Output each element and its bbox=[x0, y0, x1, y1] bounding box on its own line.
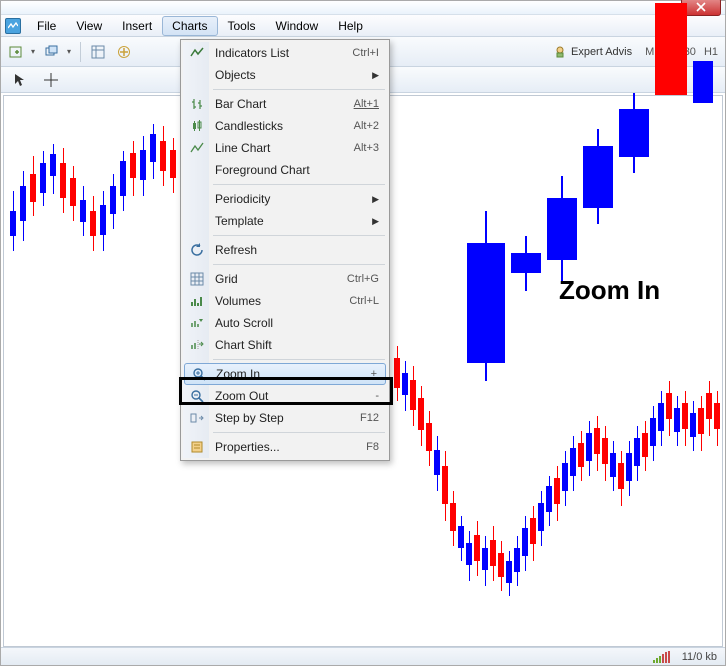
profiles-button[interactable] bbox=[41, 41, 75, 63]
indicators-icon bbox=[188, 44, 206, 62]
menu-zoom-out[interactable]: Zoom Out- bbox=[183, 385, 387, 407]
market-watch-button[interactable] bbox=[86, 41, 110, 63]
menu-candlesticks[interactable]: CandlesticksAlt+2 bbox=[183, 115, 387, 137]
charts-dropdown: Indicators ListCtrl+I Objects▶ Bar Chart… bbox=[180, 39, 390, 461]
menu-line-chart[interactable]: Line ChartAlt+3 bbox=[183, 137, 387, 159]
menu-grid[interactable]: GridCtrl+G bbox=[183, 268, 387, 290]
chart-shift-icon bbox=[188, 336, 206, 354]
menu-help[interactable]: Help bbox=[328, 16, 373, 36]
menu-separator bbox=[213, 184, 385, 185]
menu-refresh[interactable]: Refresh bbox=[183, 239, 387, 261]
crosshair-tool[interactable] bbox=[39, 69, 63, 91]
menu-chart-shift[interactable]: Chart Shift bbox=[183, 334, 387, 356]
menu-separator bbox=[213, 359, 385, 360]
menu-separator bbox=[213, 432, 385, 433]
zoom-in-icon bbox=[190, 365, 208, 383]
statusbar: 11/0 kb bbox=[1, 647, 725, 665]
volumes-icon bbox=[188, 292, 206, 310]
menu-zoom-in[interactable]: Zoom In+ bbox=[184, 363, 386, 385]
menu-auto-scroll[interactable]: Auto Scroll bbox=[183, 312, 387, 334]
menu-objects[interactable]: Objects▶ bbox=[183, 64, 387, 86]
menu-template[interactable]: Template▶ bbox=[183, 210, 387, 232]
menu-volumes[interactable]: VolumesCtrl+L bbox=[183, 290, 387, 312]
status-kb: 11/0 kb bbox=[682, 651, 717, 663]
menu-insert[interactable]: Insert bbox=[112, 16, 162, 36]
menu-separator bbox=[213, 235, 385, 236]
titlebar bbox=[1, 1, 725, 15]
navigator-button[interactable] bbox=[112, 41, 136, 63]
cursor-tool[interactable] bbox=[7, 69, 31, 91]
candlesticks-icon bbox=[188, 117, 206, 135]
menu-file[interactable]: File bbox=[27, 16, 66, 36]
menu-window[interactable]: Window bbox=[266, 16, 329, 36]
auto-scroll-icon bbox=[188, 314, 206, 332]
properties-icon bbox=[188, 438, 206, 456]
expert-advisors-button[interactable]: Expert Advis bbox=[549, 41, 640, 63]
connection-signal-icon bbox=[653, 651, 670, 663]
line-chart-icon bbox=[188, 139, 206, 157]
menu-charts[interactable]: Charts bbox=[162, 16, 217, 36]
bar-chart-icon bbox=[188, 95, 206, 113]
menu-step-by-step[interactable]: Step by StepF12 bbox=[183, 407, 387, 429]
step-icon bbox=[188, 409, 206, 427]
menu-indicators-list[interactable]: Indicators ListCtrl+I bbox=[183, 42, 387, 64]
menu-view[interactable]: View bbox=[66, 16, 112, 36]
submenu-arrow-icon: ▶ bbox=[372, 194, 379, 205]
menu-separator bbox=[213, 89, 385, 90]
grid-icon bbox=[188, 270, 206, 288]
menu-foreground-chart[interactable]: Foreground Chart bbox=[183, 159, 387, 181]
new-chart-button[interactable] bbox=[5, 41, 39, 63]
menu-separator bbox=[213, 264, 385, 265]
zoom-out-icon bbox=[188, 387, 206, 405]
submenu-arrow-icon: ▶ bbox=[372, 216, 379, 227]
timeframe-h1[interactable]: H1 bbox=[701, 46, 721, 58]
zoom-in-annotation: Zoom In bbox=[559, 275, 660, 306]
menu-periodicity[interactable]: Periodicity▶ bbox=[183, 188, 387, 210]
window-close-button[interactable] bbox=[681, 0, 721, 16]
expert-advisors-label: Expert Advis bbox=[571, 46, 632, 58]
menu-bar-chart[interactable]: Bar ChartAlt+1 bbox=[183, 93, 387, 115]
menu-properties[interactable]: Properties...F8 bbox=[183, 436, 387, 458]
submenu-arrow-icon: ▶ bbox=[372, 70, 379, 81]
toolbar-separator bbox=[80, 42, 81, 62]
menubar: File View Insert Charts Tools Window Hel… bbox=[1, 15, 725, 37]
refresh-icon bbox=[188, 241, 206, 259]
app-icon bbox=[5, 18, 21, 34]
menu-tools[interactable]: Tools bbox=[218, 16, 266, 36]
